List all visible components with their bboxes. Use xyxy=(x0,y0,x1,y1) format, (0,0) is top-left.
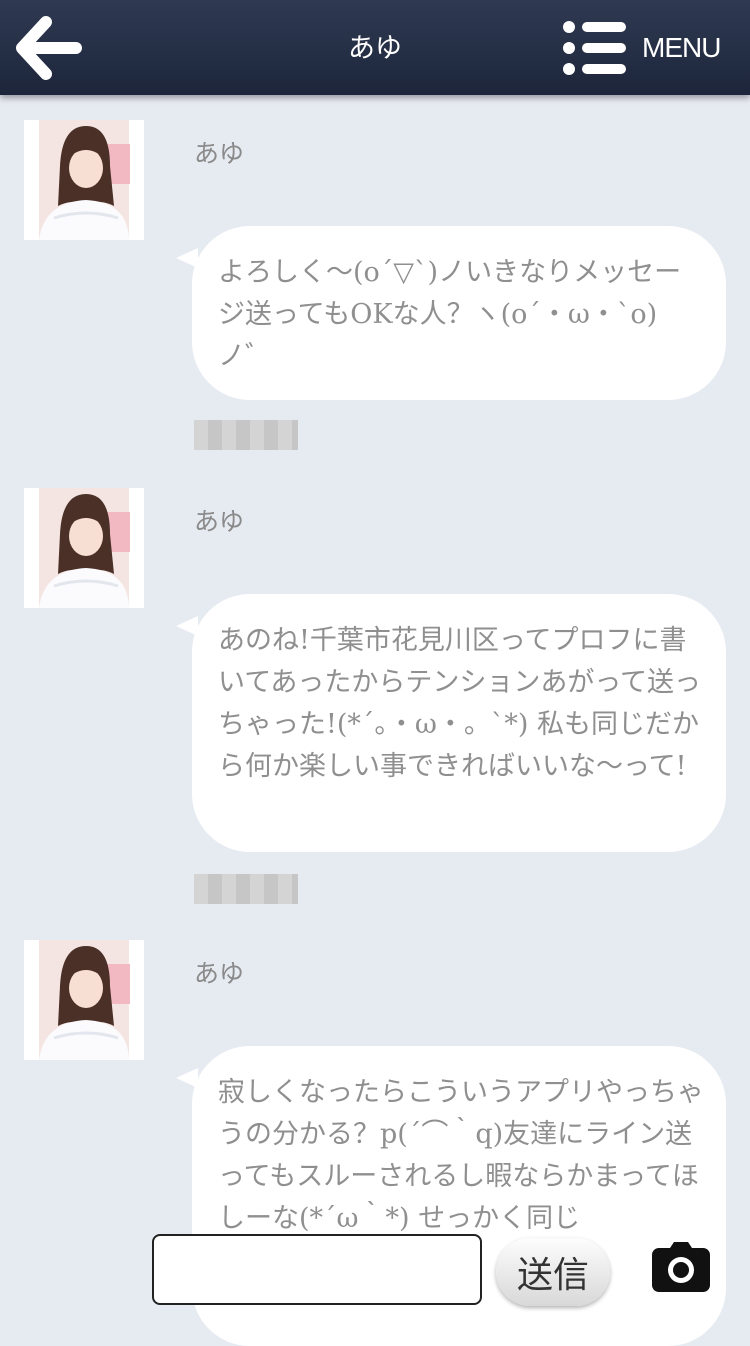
menu-label: MENU xyxy=(642,32,721,63)
menu-button[interactable]: MENU xyxy=(560,18,735,78)
hamburger-menu-icon xyxy=(563,21,626,75)
send-button[interactable]: 送信 xyxy=(496,1238,610,1306)
app-header: あゆ MENU xyxy=(0,0,750,95)
message-bubble: よろしく〜(o´▽`)ノいきなりメッセージ送ってもOKな人？ヽ(o´・ω・`o)… xyxy=(176,226,726,400)
sender-name: あゆ xyxy=(194,959,245,988)
avatar[interactable] xyxy=(24,120,144,240)
message-timestamp-blurred xyxy=(194,874,298,904)
camera-button[interactable] xyxy=(650,1240,712,1296)
avatar[interactable] xyxy=(24,488,144,608)
message-timestamp-blurred xyxy=(194,420,298,450)
avatar[interactable] xyxy=(24,940,144,1060)
camera-icon xyxy=(652,1242,710,1292)
message-input[interactable] xyxy=(152,1234,482,1305)
message-bubble: あのね!千葉市花見川区ってプロフに書いてあったからテンションあがって送っちゃった… xyxy=(176,594,726,852)
sender-name: あゆ xyxy=(194,139,245,168)
message-input-bar: 送信 xyxy=(0,1230,750,1334)
sender-name: あゆ xyxy=(194,507,245,536)
